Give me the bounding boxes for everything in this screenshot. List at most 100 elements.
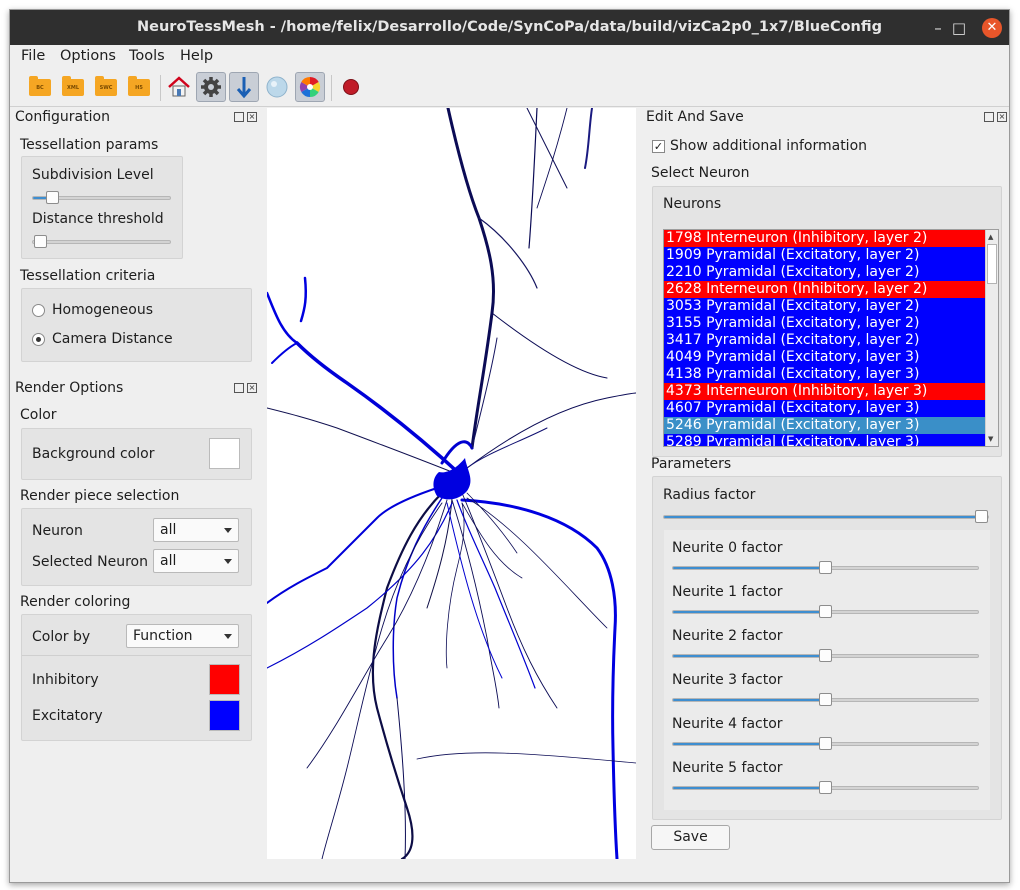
slider-handle[interactable] (819, 737, 832, 750)
dock-float-icon[interactable] (234, 112, 244, 122)
edit-save-toggle-button[interactable] (229, 72, 259, 102)
neuron-list-item[interactable]: 4049 Pyramidal (Excitatory, layer 3) (664, 349, 985, 366)
maximize-button[interactable]: □ (949, 18, 969, 38)
homogeneous-radio[interactable] (32, 304, 45, 317)
dock-close-icon[interactable]: × (247, 383, 257, 393)
dock-close-icon[interactable]: × (247, 112, 257, 122)
camera-distance-radio[interactable] (32, 333, 45, 346)
neurons-label: Neurons (663, 196, 722, 212)
neurite-0-factor-label: Neurite 0 factor (672, 540, 783, 556)
dock-float-icon[interactable] (984, 112, 994, 122)
render-options-dock-title: Render Options (15, 380, 124, 396)
render-viewport[interactable] (265, 106, 637, 861)
background-color-label: Background color (32, 446, 155, 462)
slider-handle[interactable] (975, 510, 988, 523)
menu-file[interactable]: File (21, 48, 45, 64)
home-icon (168, 76, 190, 97)
color-by-combo[interactable]: Function (126, 624, 239, 648)
neurite-1-factor-label: Neurite 1 factor (672, 584, 783, 600)
radius-factor-slider[interactable] (663, 510, 989, 523)
background-color-swatch[interactable] (209, 438, 240, 469)
record-button[interactable] (336, 72, 366, 102)
menu-bar: File Options Tools Help (10, 45, 1009, 69)
neurons-list[interactable]: 1798 Interneuron (Inhibitory, layer 2) 19… (663, 229, 999, 447)
subdivision-level-label: Subdivision Level (32, 167, 154, 183)
minimize-button[interactable]: – (928, 18, 948, 38)
neurite-5-factor-slider[interactable] (672, 781, 979, 794)
toolbar-separator (331, 75, 332, 101)
camera-distance-label: Camera Distance (52, 331, 173, 347)
neuron-list-item[interactable]: 3053 Pyramidal (Excitatory, layer 2) (664, 298, 985, 315)
inhibitory-color-swatch[interactable] (209, 664, 240, 695)
neuron-list-item[interactable]: 2210 Pyramidal (Excitatory, layer 2) (664, 264, 985, 281)
neuron-combo[interactable]: all (153, 518, 239, 542)
neurite-2-factor-slider[interactable] (672, 649, 979, 662)
color-section-title: Color (20, 407, 57, 423)
open-xml-button[interactable]: XML (58, 72, 88, 102)
toolbar: BC XML SWC H5 (10, 69, 1009, 107)
neuron-label: Neuron (32, 523, 83, 539)
neuron-list-item[interactable]: 1798 Interneuron (Inhibitory, layer 2) (664, 230, 985, 247)
distance-threshold-slider[interactable] (32, 235, 171, 248)
list-scrollbar[interactable]: ▲ ▼ (985, 230, 998, 446)
neuron-list-item[interactable]: 3417 Pyramidal (Excitatory, layer 2) (664, 332, 985, 349)
neurite-0-factor-slider[interactable] (672, 561, 979, 574)
neurite-3-factor-slider[interactable] (672, 693, 979, 706)
scroll-up-icon[interactable]: ▲ (988, 233, 993, 241)
slider-handle[interactable] (34, 235, 47, 248)
open-blueconfig-button[interactable]: BC (25, 72, 55, 102)
slider-handle[interactable] (819, 561, 832, 574)
title-bar: NeuroTessMesh - /home/felix/Desarrollo/C… (10, 10, 1009, 45)
dock-float-icon[interactable] (234, 383, 244, 393)
neurite-3-factor-label: Neurite 3 factor (672, 672, 783, 688)
neuron-list-item[interactable]: 4138 Pyramidal (Excitatory, layer 3) (664, 366, 985, 383)
slider-handle[interactable] (819, 605, 832, 618)
selected-neuron-label: Selected Neuron (32, 554, 148, 570)
show-additional-info-checkbox[interactable]: ✓ (652, 140, 665, 153)
menu-options[interactable]: Options (60, 48, 116, 64)
slider-handle[interactable] (819, 649, 832, 662)
slider-handle[interactable] (819, 693, 832, 706)
sphere-button[interactable] (262, 72, 292, 102)
scroll-down-icon[interactable]: ▼ (988, 435, 993, 443)
close-button[interactable]: ✕ (982, 18, 1002, 38)
arrow-down-icon (236, 77, 252, 99)
menu-help[interactable]: Help (180, 48, 213, 64)
neuron-list-item[interactable]: 5289 Pyramidal (Excitatory, layer 3) (664, 434, 985, 446)
neuron-list-item[interactable]: 4373 Interneuron (Inhibitory, layer 3) (664, 383, 985, 400)
subdivision-level-slider[interactable] (32, 191, 171, 204)
dock-close-icon[interactable]: × (997, 112, 1007, 122)
gear-icon (201, 77, 221, 97)
inhibitory-label: Inhibitory (32, 672, 99, 688)
neuron-list-item[interactable]: 1909 Pyramidal (Excitatory, layer 2) (664, 247, 985, 264)
tessellation-criteria-title: Tessellation criteria (20, 268, 156, 284)
divider (22, 655, 251, 656)
folder-icon: SWC (95, 75, 117, 96)
neuron-list-item[interactable]: 5246 Pyramidal (Excitatory, layer 3) (664, 417, 985, 434)
sphere-icon (266, 76, 288, 98)
record-icon (343, 79, 359, 95)
toolbar-separator (160, 75, 161, 101)
neurite-4-factor-slider[interactable] (672, 737, 979, 750)
menu-tools[interactable]: Tools (129, 48, 165, 64)
neuron-list-item[interactable]: 3155 Pyramidal (Excitatory, layer 2) (664, 315, 985, 332)
excitatory-color-swatch[interactable] (209, 700, 240, 731)
neuron-list-item[interactable]: 2628 Interneuron (Inhibitory, layer 2) (664, 281, 985, 298)
save-button[interactable]: Save (651, 825, 730, 850)
select-neuron-title: Select Neuron (651, 165, 750, 181)
neuron-list-item[interactable]: 4607 Pyramidal (Excitatory, layer 3) (664, 400, 985, 417)
neuron-rows: 1798 Interneuron (Inhibitory, layer 2) 19… (664, 230, 985, 446)
configuration-toggle-button[interactable] (196, 72, 226, 102)
neurite-1-factor-slider[interactable] (672, 605, 979, 618)
slider-handle[interactable] (46, 191, 59, 204)
render-coloring-title: Render coloring (20, 594, 131, 610)
selected-neuron-combo[interactable]: all (153, 549, 239, 573)
color-wheel-button[interactable] (295, 72, 325, 102)
color-by-label: Color by (32, 629, 91, 645)
open-swc-button[interactable]: SWC (91, 72, 121, 102)
slider-handle[interactable] (819, 781, 832, 794)
home-button[interactable] (164, 72, 194, 102)
open-h5-button[interactable]: H5 (124, 72, 154, 102)
parameters-title: Parameters (651, 456, 732, 472)
scrollbar-thumb[interactable] (987, 244, 997, 284)
